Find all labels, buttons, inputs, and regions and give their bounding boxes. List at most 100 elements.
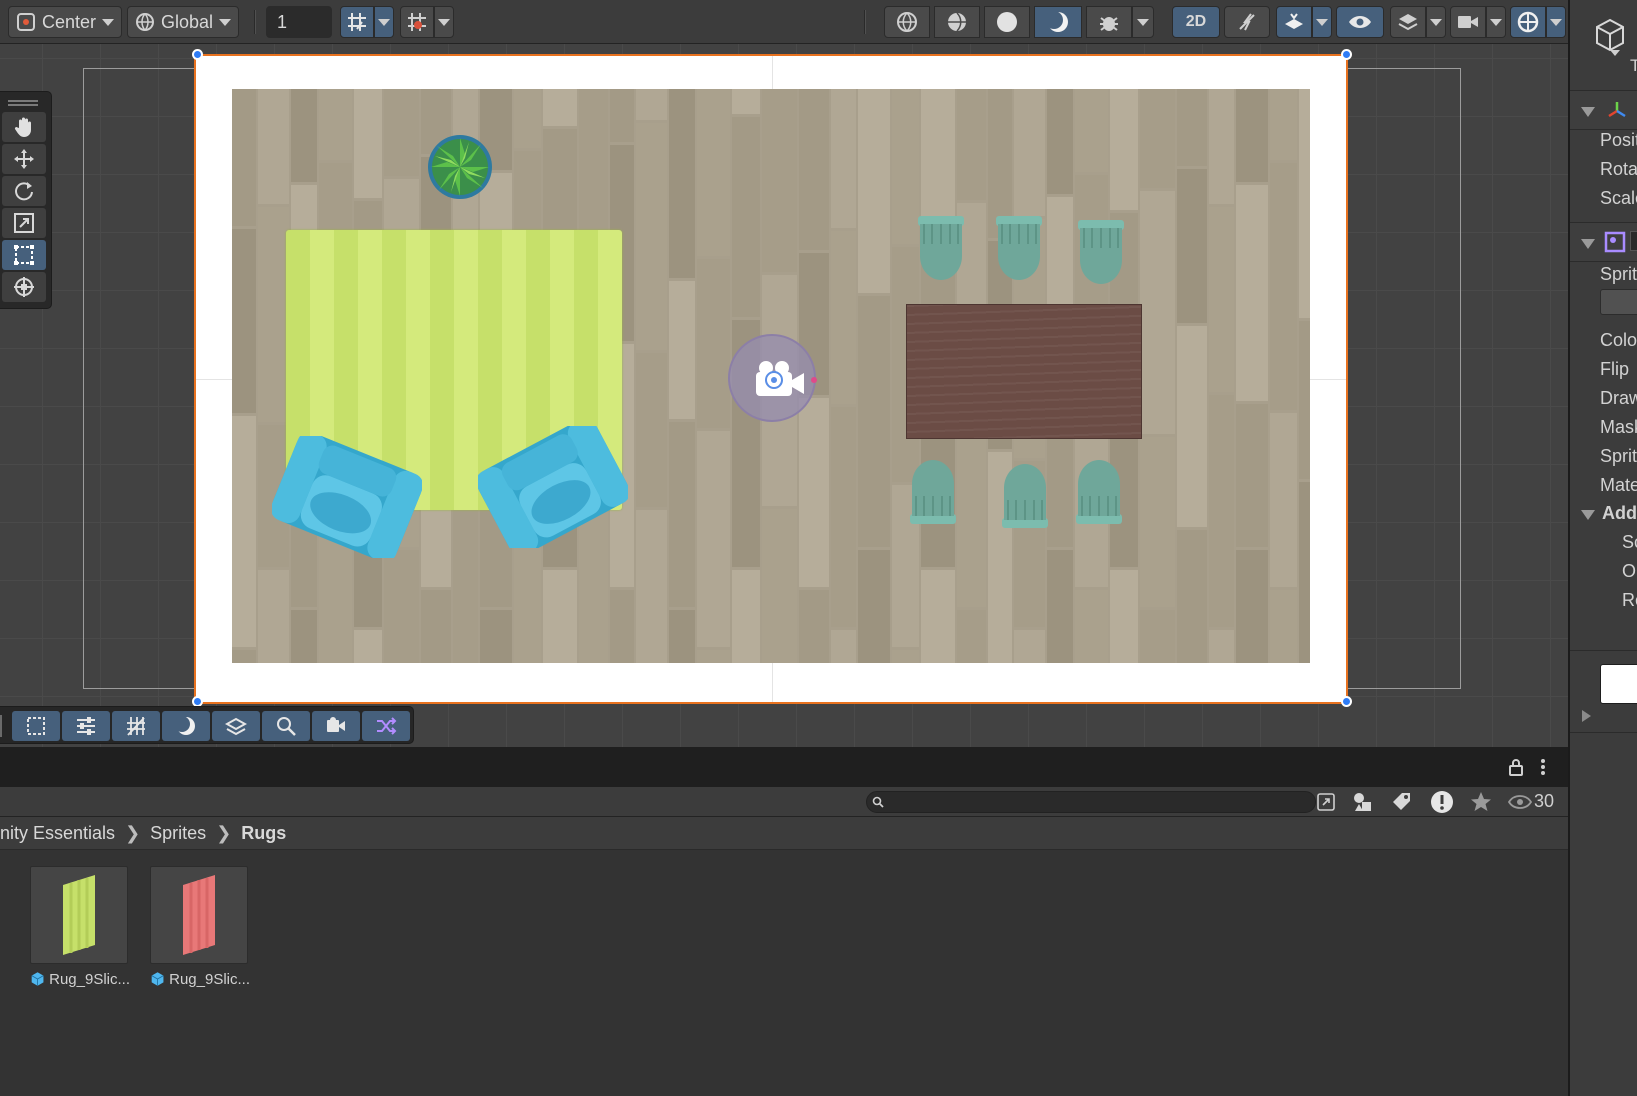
floor-plank [1209, 395, 1234, 627]
draw-mode-overlay-toggle[interactable] [162, 711, 210, 741]
search-popout-icon[interactable] [1316, 792, 1336, 812]
breadcrumb-item-unity-essentials[interactable]: nity Essentials [0, 823, 115, 844]
potted-plant-sprite[interactable] [427, 134, 493, 200]
grid-increment-field[interactable]: 1 [266, 6, 332, 38]
scene-fx-button[interactable] [1276, 6, 1312, 38]
warning-filter-icon[interactable] [1430, 790, 1454, 814]
scene-visibility-toggle[interactable] [1336, 6, 1384, 38]
debug-draw-button[interactable] [1086, 6, 1132, 38]
asset-item[interactable]: Rug_9Slic... [30, 866, 130, 988]
resize-handle-top-right[interactable] [1341, 49, 1352, 60]
grid-snap-button[interactable] [340, 6, 374, 38]
increment-snap-dropdown[interactable] [434, 6, 454, 38]
component-enable-checkbox[interactable] [1630, 231, 1637, 251]
hand-tool[interactable] [2, 112, 46, 142]
camera-overlay-toggle[interactable] [312, 711, 360, 741]
chevron-down-icon[interactable] [1610, 50, 1620, 56]
pivot-mode-dropdown[interactable]: Center [8, 6, 122, 38]
rect-overlay-toggle[interactable] [12, 711, 60, 741]
chair-bottom-3-sprite[interactable] [1070, 456, 1128, 526]
label-tag-icon[interactable] [1392, 791, 1412, 813]
toolbar-overlay-toggle[interactable] [62, 711, 110, 741]
drag-handle[interactable] [0, 715, 4, 737]
armchair-right-sprite[interactable] [478, 426, 628, 548]
grid-increment-value: 1 [277, 11, 288, 32]
breadcrumb: nity Essentials ❯ Sprites ❯ Rugs [0, 817, 1568, 850]
rotate-tool[interactable] [2, 176, 46, 206]
sprite-object-field[interactable] [1600, 289, 1637, 315]
resize-handle-bottom-right[interactable] [1341, 696, 1352, 707]
camera-icon [327, 717, 345, 732]
sprite-row: Draw [1600, 388, 1637, 408]
floor-plank [799, 398, 829, 587]
gizmos-button[interactable] [1510, 6, 1546, 38]
pivot-rotation-dropdown[interactable]: Global [127, 6, 239, 38]
lock-icon[interactable] [1508, 758, 1524, 776]
layers-button[interactable] [1390, 6, 1426, 38]
scene-view[interactable] [0, 44, 1568, 747]
sprite-row: Sprit [1600, 264, 1637, 284]
project-search-input[interactable] [866, 791, 1316, 813]
shaded-button[interactable] [984, 6, 1030, 38]
material-preview[interactable] [1600, 664, 1637, 704]
chair-top-1-sprite[interactable] [912, 214, 970, 284]
camera-gizmo[interactable] [728, 334, 817, 422]
wireframe-button[interactable] [884, 6, 930, 38]
search-overlay-toggle[interactable] [262, 711, 310, 741]
more-options-icon[interactable] [1538, 757, 1548, 777]
transform-icon [14, 277, 34, 297]
search-by-type-icon[interactable] [1352, 791, 1374, 813]
lighting-toggle[interactable] [1224, 6, 1270, 38]
scale-tool[interactable] [2, 208, 46, 238]
floor-plank [636, 510, 667, 663]
layers-dropdown[interactable] [1426, 6, 1446, 38]
floor-plank [258, 570, 289, 663]
drag-handle[interactable] [8, 100, 38, 106]
floor-plank [1047, 550, 1073, 663]
shaded-wireframe-button[interactable] [934, 6, 980, 38]
gizmos-icon [1517, 11, 1539, 33]
chair-top-3-sprite[interactable] [1072, 218, 1130, 288]
grid-overlay-toggle[interactable] [112, 711, 160, 741]
armchair-left-sprite[interactable] [272, 436, 422, 558]
sprite-renderer-header[interactable] [1570, 222, 1637, 262]
asset-item[interactable]: Rug_9Slic... [150, 866, 250, 988]
chair-top-2-sprite[interactable] [990, 214, 1048, 284]
floor-plank [1270, 163, 1297, 410]
breadcrumb-item-rugs[interactable]: Rugs [241, 823, 286, 844]
resize-handle-top-left[interactable] [192, 49, 203, 60]
transform-tool[interactable] [2, 272, 46, 302]
favorite-star-icon[interactable] [1470, 791, 1492, 813]
floor-plank [291, 89, 317, 182]
grid-snap-icon [348, 13, 366, 31]
breadcrumb-item-sprites[interactable]: Sprites [150, 823, 206, 844]
floor-plank [421, 590, 451, 663]
transform-row: Rota [1600, 159, 1637, 179]
foldout-triangle-icon[interactable] [1582, 710, 1591, 722]
floor-plank [697, 650, 730, 663]
gizmos-dropdown[interactable] [1546, 6, 1566, 38]
increment-snap-button[interactable] [400, 6, 434, 38]
floor-plank [480, 610, 512, 663]
move-tool[interactable] [2, 144, 46, 174]
floor-plank [1209, 630, 1234, 663]
chair-bottom-2-sprite[interactable] [996, 460, 1054, 530]
sprite-shape-overlay-toggle[interactable] [212, 711, 260, 741]
floor-plank [1299, 482, 1310, 663]
dining-table-sprite[interactable] [906, 304, 1142, 439]
camera-settings-button[interactable] [1450, 6, 1486, 38]
visibility-icon[interactable] [1508, 794, 1532, 810]
transform-component-header[interactable] [1570, 90, 1637, 130]
sprite-row: Mask [1600, 417, 1637, 437]
grid-snap-dropdown[interactable] [374, 6, 394, 38]
scene-fx-dropdown[interactable] [1312, 6, 1332, 38]
floor-plank [1140, 89, 1175, 188]
debug-draw-dropdown[interactable] [1132, 6, 1154, 38]
rect-tool[interactable] [2, 240, 46, 270]
2d-toggle[interactable]: 2D [1172, 6, 1220, 38]
chair-bottom-1-sprite[interactable] [904, 456, 962, 526]
lit-button[interactable] [1034, 6, 1082, 38]
camera-settings-dropdown[interactable] [1486, 6, 1506, 38]
transform-overlay-toggle[interactable] [362, 711, 410, 741]
foldout-triangle-icon[interactable] [1581, 510, 1595, 520]
